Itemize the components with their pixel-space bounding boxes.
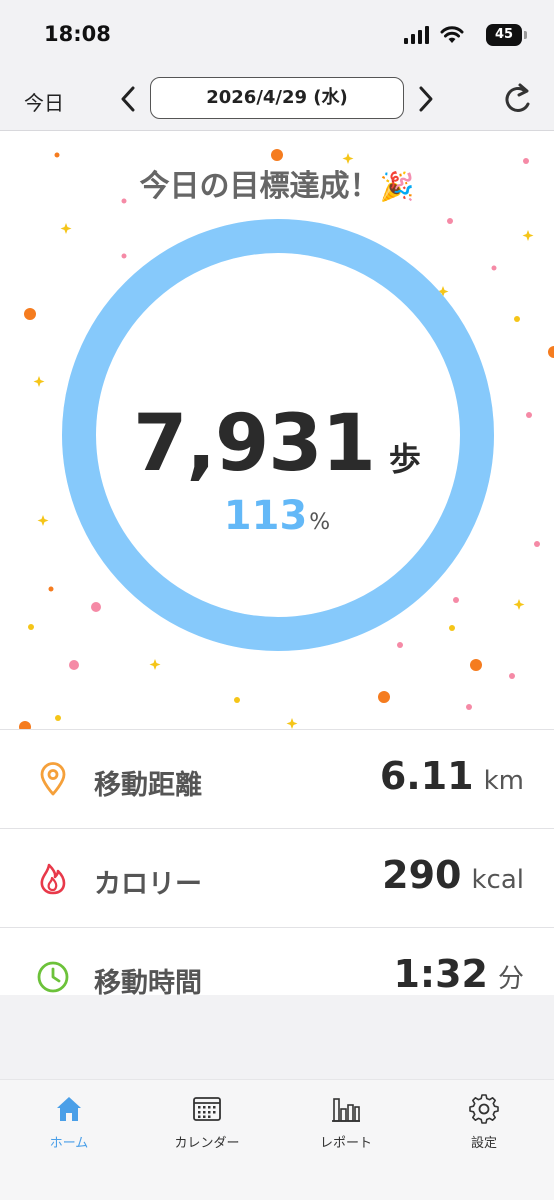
stat-label: カロリー — [94, 869, 202, 900]
stat-value: 6.11 — [379, 754, 474, 798]
step-count-row: 7,931 歩 — [0, 399, 554, 489]
battery-level: 45 — [486, 24, 522, 46]
stat-unit: 分 — [497, 964, 524, 994]
tab-label: レポート — [319, 1136, 372, 1151]
bottom-tab-bar: ホーム カレンダー レポート 設定 — [0, 1079, 554, 1200]
stat-row-distance: 移動距離 6.11 km — [0, 730, 554, 829]
goal-achieved-banner: 今日の目標達成！🎉 — [0, 161, 554, 205]
goal-percent: 113 — [223, 493, 308, 539]
status-icons: 45 — [398, 24, 528, 46]
stat-unit: kcal — [471, 865, 524, 895]
stat-label: 移動時間 — [94, 968, 202, 995]
tab-calendar[interactable]: カレンダー — [138, 1080, 276, 1160]
location-pin-icon — [40, 762, 66, 796]
bar-chart-icon — [332, 1098, 360, 1122]
chevron-right-icon[interactable] — [414, 84, 438, 114]
status-time: 18:08 — [44, 22, 111, 46]
flame-icon — [40, 863, 66, 895]
goal-achieved-text: 今日の目標達成！ — [139, 169, 380, 204]
status-bar: 18:08 45 — [0, 0, 554, 68]
percent-sign: % — [309, 510, 331, 535]
step-count: 7,931 — [133, 399, 376, 489]
stat-value: 290 — [382, 853, 462, 897]
chevron-left-icon[interactable] — [116, 84, 140, 114]
cellular-signal-icon — [404, 26, 429, 44]
stat-row-calories: カロリー 290 kcal — [0, 829, 554, 928]
stat-value: 1:32 — [393, 952, 488, 995]
battery-icon: 45 — [486, 24, 528, 46]
goal-percent-row: 113% — [0, 493, 554, 539]
wifi-icon — [440, 26, 464, 43]
home-icon — [57, 1097, 81, 1121]
activity-stats-list: 移動距離 6.11 km カロリー 290 kcal 移動時間 1:32 分 — [0, 729, 554, 995]
stat-label: 移動距離 — [94, 770, 202, 801]
refresh-icon[interactable] — [504, 82, 534, 116]
tab-home[interactable]: ホーム — [0, 1080, 138, 1160]
stat-row-duration: 移動時間 1:32 分 — [0, 928, 554, 995]
step-unit: 歩 — [388, 440, 421, 478]
daily-goal-panel: 今日の目標達成！🎉 7,931 歩 113% — [0, 131, 554, 729]
calendar-icon — [193, 1097, 221, 1121]
stat-unit: km — [483, 766, 524, 796]
tab-settings[interactable]: 設定 — [415, 1080, 553, 1160]
tab-label: 設定 — [470, 1136, 497, 1151]
date-navigation-bar: 今日 2026/4/29 (水) — [0, 68, 554, 131]
clock-icon — [37, 961, 69, 993]
date-selector[interactable]: 2026/4/29 (水) — [150, 77, 404, 119]
tab-report[interactable]: レポート — [277, 1080, 415, 1160]
today-button[interactable]: 今日 — [24, 87, 64, 116]
tab-label: ホーム — [49, 1136, 89, 1151]
gear-icon — [469, 1094, 499, 1124]
tab-label: カレンダー — [174, 1136, 240, 1151]
party-popper-icon: 🎉 — [379, 170, 415, 203]
